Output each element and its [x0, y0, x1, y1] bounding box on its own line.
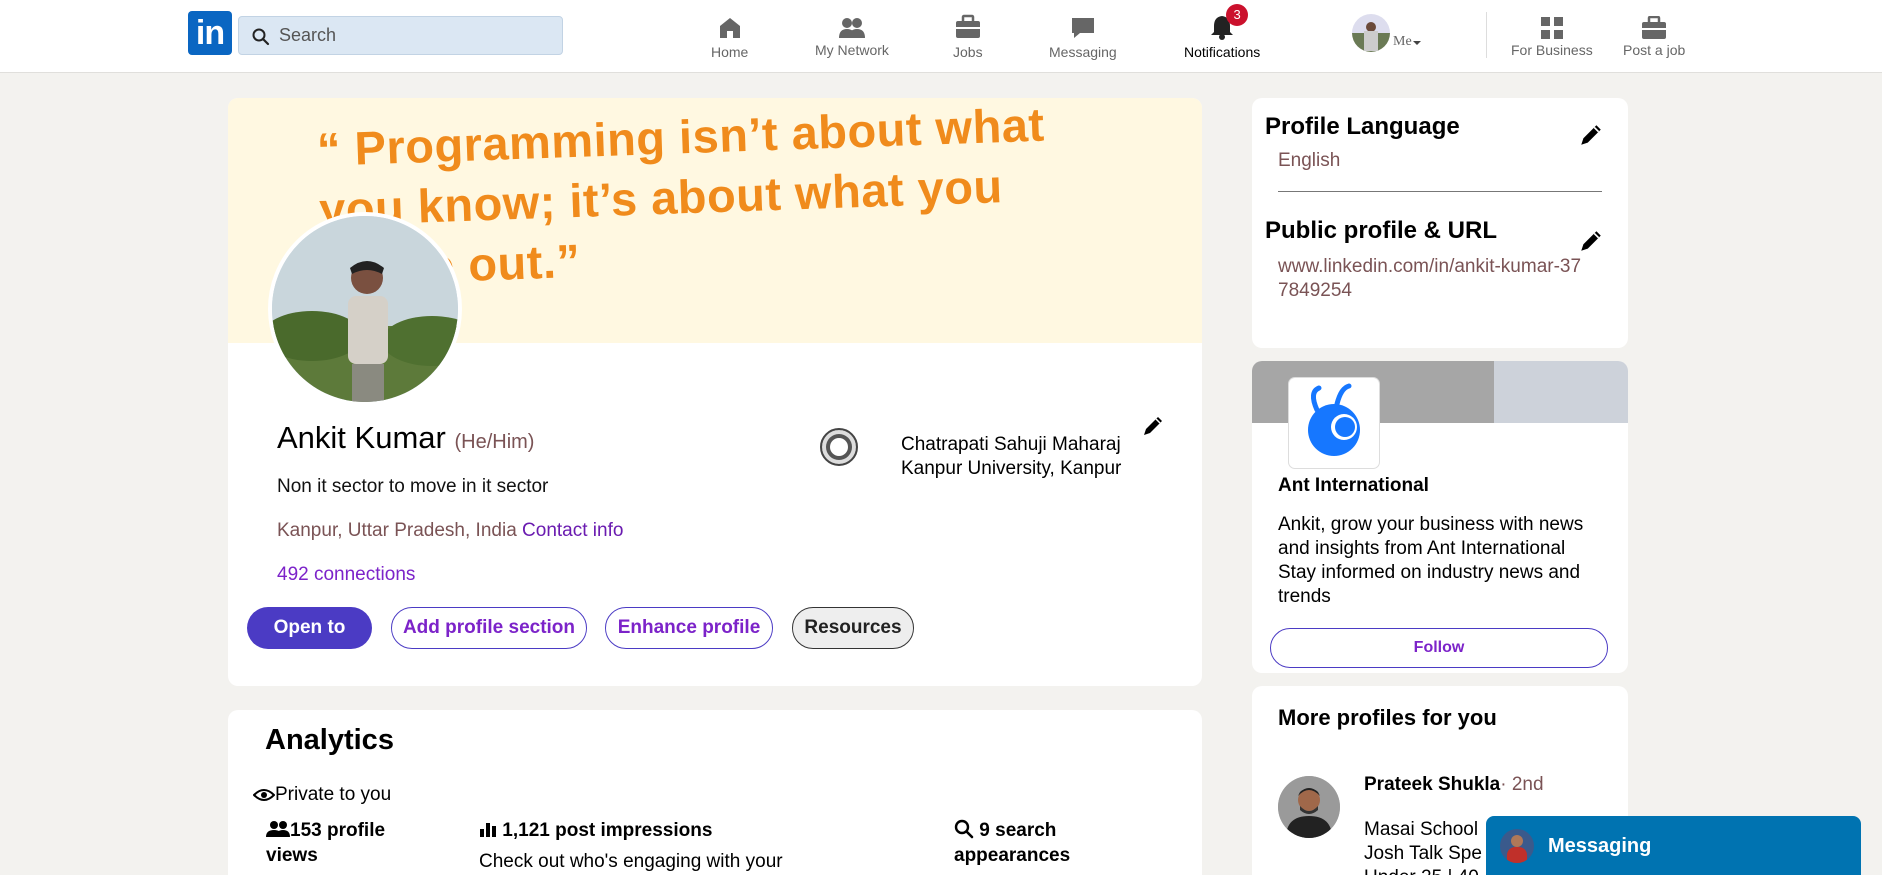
nav-home[interactable]: Home	[711, 12, 748, 60]
briefcase-icon	[1642, 16, 1667, 39]
prateek-degree: · 2nd	[1500, 774, 1544, 795]
ant-international-logo[interactable]	[1289, 378, 1379, 468]
people-icon	[838, 18, 865, 38]
chevron-down-icon	[1412, 41, 1421, 45]
nav-post-job[interactable]: Post a job	[1623, 12, 1685, 58]
profile-name-row: Ankit Kumar (He/Him)	[277, 420, 534, 456]
ad-text: Ankit, grow your business with news and …	[1278, 514, 1584, 607]
top-navbar: in Home My Network Jobs Messaging 3 Noti…	[0, 0, 1882, 73]
nav-my-network-label: My Network	[815, 42, 889, 58]
profile-name: Ankit Kumar	[277, 420, 446, 455]
person-photo	[1278, 776, 1340, 838]
profile-location: Kanpur, Uttar Pradesh, India	[277, 520, 517, 541]
public-profile-url[interactable]: www.linkedin.com/in/ankit-kumar-37784925…	[1278, 255, 1588, 303]
eye-icon	[253, 789, 275, 801]
ad-banner-right	[1494, 361, 1628, 423]
profile-photo[interactable]	[268, 212, 462, 406]
profile-language-value: English	[1278, 150, 1341, 171]
post-impressions-text: 1,121 post impressions	[502, 820, 713, 841]
profile-pronouns: (He/Him)	[454, 431, 535, 453]
profile-headline: Non it sector to move in it sector	[277, 476, 549, 497]
prateek-avatar[interactable]	[1278, 776, 1340, 838]
analytics-title: Analytics	[265, 724, 394, 756]
nav-messaging[interactable]: Messaging	[1049, 12, 1117, 60]
prateek-headline: Masai School Josh Talk Spe Under 25 | 40	[1364, 818, 1482, 875]
private-label: Private to you	[275, 784, 392, 805]
messaging-avatar	[1500, 829, 1534, 863]
nav-me[interactable]: Me	[1352, 14, 1422, 52]
more-profiles-title: More profiles for you	[1278, 705, 1497, 730]
search-appearances-stat[interactable]: 9 search appearances	[954, 818, 1094, 868]
follow-button[interactable]: Follow	[1270, 628, 1608, 668]
edit-language-icon[interactable]	[1578, 122, 1604, 148]
nav-home-label: Home	[711, 44, 749, 60]
nav-notifications-label: Notifications	[1184, 44, 1261, 60]
nav-for-business[interactable]: For Business	[1511, 12, 1593, 58]
nav-for-business-label: For Business	[1511, 42, 1593, 58]
home-icon	[719, 18, 740, 38]
profile-settings-card: Profile Language English Public profile …	[1252, 98, 1628, 348]
chat-icon	[1071, 18, 1094, 38]
nav-me-label: Me	[1393, 34, 1412, 49]
nav-messaging-label: Messaging	[1049, 44, 1117, 60]
prateek-line3: Under 25 | 40	[1364, 866, 1482, 875]
prateek-line2: Josh Talk Spe	[1364, 843, 1482, 864]
profile-photo-image	[272, 216, 458, 402]
briefcase-icon	[955, 14, 980, 38]
edit-pencil-icon[interactable]	[1141, 414, 1165, 438]
ad-card: Ant International Ankit, grow your busin…	[1252, 361, 1628, 673]
edit-url-icon[interactable]	[1578, 228, 1604, 254]
linkedin-logo[interactable]: in	[188, 11, 232, 55]
private-to-you: Private to you	[253, 784, 391, 806]
bar-chart-icon	[480, 823, 496, 837]
ant-logo-icon	[1308, 383, 1360, 456]
prateek-name: Prateek Shukla	[1364, 774, 1501, 795]
profile-language-title: Profile Language	[1265, 113, 1460, 140]
search-icon	[252, 28, 270, 46]
analytics-card: Analytics Private to you 153 profile vie…	[228, 710, 1202, 875]
public-profile-title: Public profile & URL	[1265, 217, 1498, 244]
nav-jobs-label: Jobs	[953, 44, 983, 60]
university-name[interactable]: Chatrapati Sahuji Maharaj Kanpur Univers…	[901, 433, 1141, 481]
post-impressions-sub: Check out who's engaging with your	[479, 851, 783, 872]
connections-link[interactable]: 492 connections	[277, 564, 415, 586]
prateek-line1: Masai School	[1364, 819, 1479, 840]
grid-icon	[1540, 17, 1563, 39]
add-profile-section-button[interactable]: Add profile section	[391, 607, 587, 649]
profile-views-stat[interactable]: 153 profile views	[266, 818, 416, 868]
nav-jobs[interactable]: Jobs	[953, 12, 983, 60]
messaging-label: Messaging	[1548, 834, 1652, 857]
university-logo[interactable]	[820, 428, 858, 466]
enhance-profile-button[interactable]: Enhance profile	[605, 607, 773, 649]
resources-button[interactable]: Resources	[792, 607, 914, 649]
nav-divider	[1486, 12, 1487, 58]
post-impressions-stat[interactable]: 1,121 post impressions Check out who's e…	[479, 818, 783, 874]
contact-info-link[interactable]: Contact info	[522, 520, 623, 541]
profile-location-row: Kanpur, Uttar Pradesh, India Contact inf…	[277, 520, 623, 542]
messaging-overlay[interactable]: Messaging	[1486, 816, 1861, 875]
search-icon	[954, 819, 974, 839]
search-input[interactable]	[279, 17, 549, 54]
ad-company-name[interactable]: Ant International	[1278, 475, 1429, 497]
notification-badge: 3	[1226, 4, 1249, 26]
divider	[1278, 191, 1602, 192]
me-avatar	[1352, 14, 1390, 52]
nav-my-network[interactable]: My Network	[815, 12, 889, 58]
nav-notifications[interactable]: 3 Notifications	[1184, 4, 1261, 60]
people-icon	[266, 821, 290, 837]
nav-post-job-label: Post a job	[1623, 42, 1686, 58]
open-to-button[interactable]: Open to	[247, 607, 372, 649]
search-bar[interactable]	[238, 16, 563, 55]
prateek-name-row[interactable]: Prateek Shukla· 2nd	[1364, 774, 1544, 796]
